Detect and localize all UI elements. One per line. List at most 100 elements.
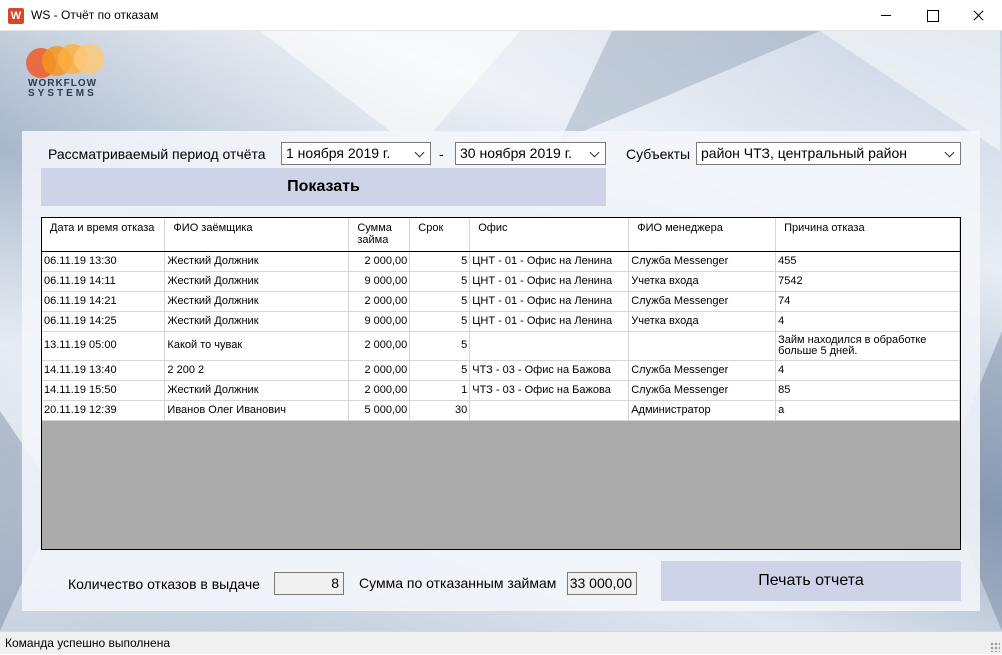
table-row[interactable]: 06.11.19 13:30 Жесткий Должник 2 000,00 … bbox=[42, 251, 960, 272]
cell-office[interactable] bbox=[469, 400, 630, 421]
cell-borrower[interactable]: Жесткий Должник bbox=[164, 380, 350, 401]
col-header-borrower[interactable]: ФИО заёмщика bbox=[164, 218, 350, 252]
cell-datetime[interactable]: 06.11.19 13:30 bbox=[42, 251, 166, 272]
print-report-button[interactable]: Печать отчета bbox=[661, 561, 961, 601]
cell-office[interactable]: ЦНТ - 01 - Офис на Ленина bbox=[469, 311, 630, 332]
cell-amount[interactable]: 2 000,00 bbox=[348, 331, 411, 361]
cell-amount[interactable]: 2 000,00 bbox=[348, 291, 411, 312]
cell-amount[interactable]: 2 000,00 bbox=[348, 251, 411, 272]
subjects-value: район ЧТЗ, центральный район bbox=[701, 145, 908, 161]
cell-manager[interactable]: Администратор bbox=[628, 400, 777, 421]
cell-term[interactable]: 5 bbox=[409, 331, 471, 361]
cell-office[interactable]: ЧТЗ - 03 - Офис на Бажова bbox=[469, 380, 630, 401]
table-row[interactable]: 14.11.19 13:40 2 200 2 2 000,00 5 ЧТЗ - … bbox=[42, 360, 960, 381]
resize-grip-icon[interactable] bbox=[990, 642, 1000, 652]
cell-term[interactable]: 5 bbox=[409, 311, 471, 332]
table-row[interactable]: 14.11.19 15:50 Жесткий Должник 2 000,00 … bbox=[42, 380, 960, 401]
cell-datetime[interactable]: 20.11.19 12:39 bbox=[42, 400, 166, 421]
col-header-office[interactable]: Офис bbox=[469, 218, 630, 252]
cell-datetime[interactable]: 14.11.19 13:40 bbox=[42, 360, 166, 381]
table-row[interactable]: 06.11.19 14:25 Жесткий Должник 9 000,00 … bbox=[42, 311, 960, 332]
count-label: Количество отказов в выдаче bbox=[68, 576, 260, 592]
cell-borrower[interactable]: Какой то чувак bbox=[164, 331, 350, 361]
cell-amount[interactable]: 5 000,00 bbox=[348, 400, 411, 421]
col-header-term[interactable]: Срок bbox=[409, 218, 471, 252]
show-button[interactable]: Показать bbox=[41, 168, 606, 206]
col-header-amount[interactable]: Сумма займа bbox=[348, 218, 411, 252]
chevron-down-icon[interactable] bbox=[413, 143, 427, 164]
col-header-datetime[interactable]: Дата и время отказа bbox=[42, 218, 166, 252]
table-row[interactable]: 06.11.19 14:21 Жесткий Должник 2 000,00 … bbox=[42, 291, 960, 312]
cell-manager[interactable]: Учетка входа bbox=[628, 311, 777, 332]
cell-manager[interactable] bbox=[628, 331, 777, 361]
cell-datetime[interactable]: 06.11.19 14:25 bbox=[42, 311, 166, 332]
cell-reason[interactable]: 85 bbox=[775, 380, 960, 401]
close-button[interactable] bbox=[955, 0, 1001, 31]
cell-amount[interactable]: 2 000,00 bbox=[348, 380, 411, 401]
sum-label: Сумма по отказанным займам bbox=[359, 575, 557, 591]
cell-borrower[interactable]: Жесткий Должник bbox=[164, 271, 350, 292]
col-header-reason[interactable]: Причина отказа bbox=[775, 218, 960, 252]
cell-term[interactable]: 30 bbox=[409, 400, 471, 421]
cell-reason[interactable]: 4 bbox=[775, 311, 960, 332]
cell-borrower[interactable]: Иванов Олег Иванович bbox=[164, 400, 350, 421]
cell-reason[interactable]: а bbox=[775, 400, 960, 421]
bg-shard bbox=[560, 31, 820, 141]
status-text: Команда успешно выполнена bbox=[5, 636, 171, 650]
cell-reason[interactable]: 4 bbox=[775, 360, 960, 381]
cell-manager[interactable]: Служба Messenger bbox=[628, 360, 777, 381]
app-logo-icon: W bbox=[8, 8, 24, 24]
date-to-value: 30 ноября 2019 г. bbox=[460, 145, 572, 161]
cell-amount[interactable]: 9 000,00 bbox=[348, 271, 411, 292]
date-to-picker[interactable]: 30 ноября 2019 г. bbox=[455, 142, 606, 165]
title-bar: W WS - Отчёт по отказам bbox=[0, 0, 1002, 31]
cell-borrower[interactable]: 2 200 2 bbox=[164, 360, 350, 381]
window-title: WS - Отчёт по отказам bbox=[31, 8, 159, 22]
cell-manager[interactable]: Служба Messenger bbox=[628, 291, 777, 312]
cell-reason[interactable]: 455 bbox=[775, 251, 960, 272]
refusals-grid[interactable]: Дата и время отказа ФИО заёмщика Сумма з… bbox=[41, 217, 961, 550]
cell-amount[interactable]: 2 000,00 bbox=[348, 360, 411, 381]
cell-reason[interactable]: Займ находился в обработке больше 5 дней… bbox=[775, 331, 960, 361]
cell-datetime[interactable]: 06.11.19 14:11 bbox=[42, 271, 166, 292]
cell-borrower[interactable]: Жесткий Должник bbox=[164, 251, 350, 272]
cell-datetime[interactable]: 13.11.19 05:00 bbox=[42, 331, 166, 361]
cell-term[interactable]: 5 bbox=[409, 291, 471, 312]
count-field: 8 bbox=[274, 572, 344, 595]
cell-reason[interactable]: 7542 bbox=[775, 271, 960, 292]
minimize-button[interactable] bbox=[863, 0, 909, 31]
table-row[interactable]: 06.11.19 14:11 Жесткий Должник 9 000,00 … bbox=[42, 271, 960, 292]
col-header-manager[interactable]: ФИО менеджера bbox=[628, 218, 777, 252]
cell-borrower[interactable]: Жесткий Должник bbox=[164, 291, 350, 312]
table-row[interactable]: 20.11.19 12:39 Иванов Олег Иванович 5 00… bbox=[42, 400, 960, 421]
cell-term[interactable]: 5 bbox=[409, 271, 471, 292]
cell-office[interactable]: ЧТЗ - 03 - Офис на Бажова bbox=[469, 360, 630, 381]
subjects-select[interactable]: район ЧТЗ, центральный район bbox=[696, 142, 961, 165]
cell-term[interactable]: 5 bbox=[409, 251, 471, 272]
cell-office[interactable] bbox=[469, 331, 630, 361]
cell-borrower[interactable]: Жесткий Должник bbox=[164, 311, 350, 332]
cell-manager[interactable]: Служба Messenger bbox=[628, 251, 777, 272]
chevron-down-icon[interactable] bbox=[943, 143, 957, 164]
status-bar: Команда успешно выполнена bbox=[0, 631, 1002, 654]
maximize-button[interactable] bbox=[909, 0, 955, 31]
company-logo: WORKFLOW SYSTEMS bbox=[26, 44, 118, 100]
cell-datetime[interactable]: 14.11.19 15:50 bbox=[42, 380, 166, 401]
cell-term[interactable]: 1 bbox=[409, 380, 471, 401]
cell-office[interactable]: ЦНТ - 01 - Офис на Ленина bbox=[469, 291, 630, 312]
cell-office[interactable]: ЦНТ - 01 - Офис на Ленина bbox=[469, 251, 630, 272]
cell-term[interactable]: 5 bbox=[409, 360, 471, 381]
cell-manager[interactable]: Учетка входа bbox=[628, 271, 777, 292]
chevron-down-icon[interactable] bbox=[588, 143, 602, 164]
period-label: Рассматриваемый период отчёта bbox=[48, 146, 266, 162]
cell-office[interactable]: ЦНТ - 01 - Офис на Ленина bbox=[469, 271, 630, 292]
date-from-picker[interactable]: 1 ноября 2019 г. bbox=[281, 142, 431, 165]
cell-reason[interactable]: 74 bbox=[775, 291, 960, 312]
table-header-row: Дата и время отказа ФИО заёмщика Сумма з… bbox=[42, 218, 960, 252]
cell-manager[interactable]: Служба Messenger bbox=[628, 380, 777, 401]
cell-datetime[interactable]: 06.11.19 14:21 bbox=[42, 291, 166, 312]
cell-amount[interactable]: 9 000,00 bbox=[348, 311, 411, 332]
table-row[interactable]: 13.11.19 05:00 Какой то чувак 2 000,00 5… bbox=[42, 331, 960, 361]
logo-circle bbox=[74, 44, 104, 74]
date-from-value: 1 ноября 2019 г. bbox=[286, 145, 391, 161]
